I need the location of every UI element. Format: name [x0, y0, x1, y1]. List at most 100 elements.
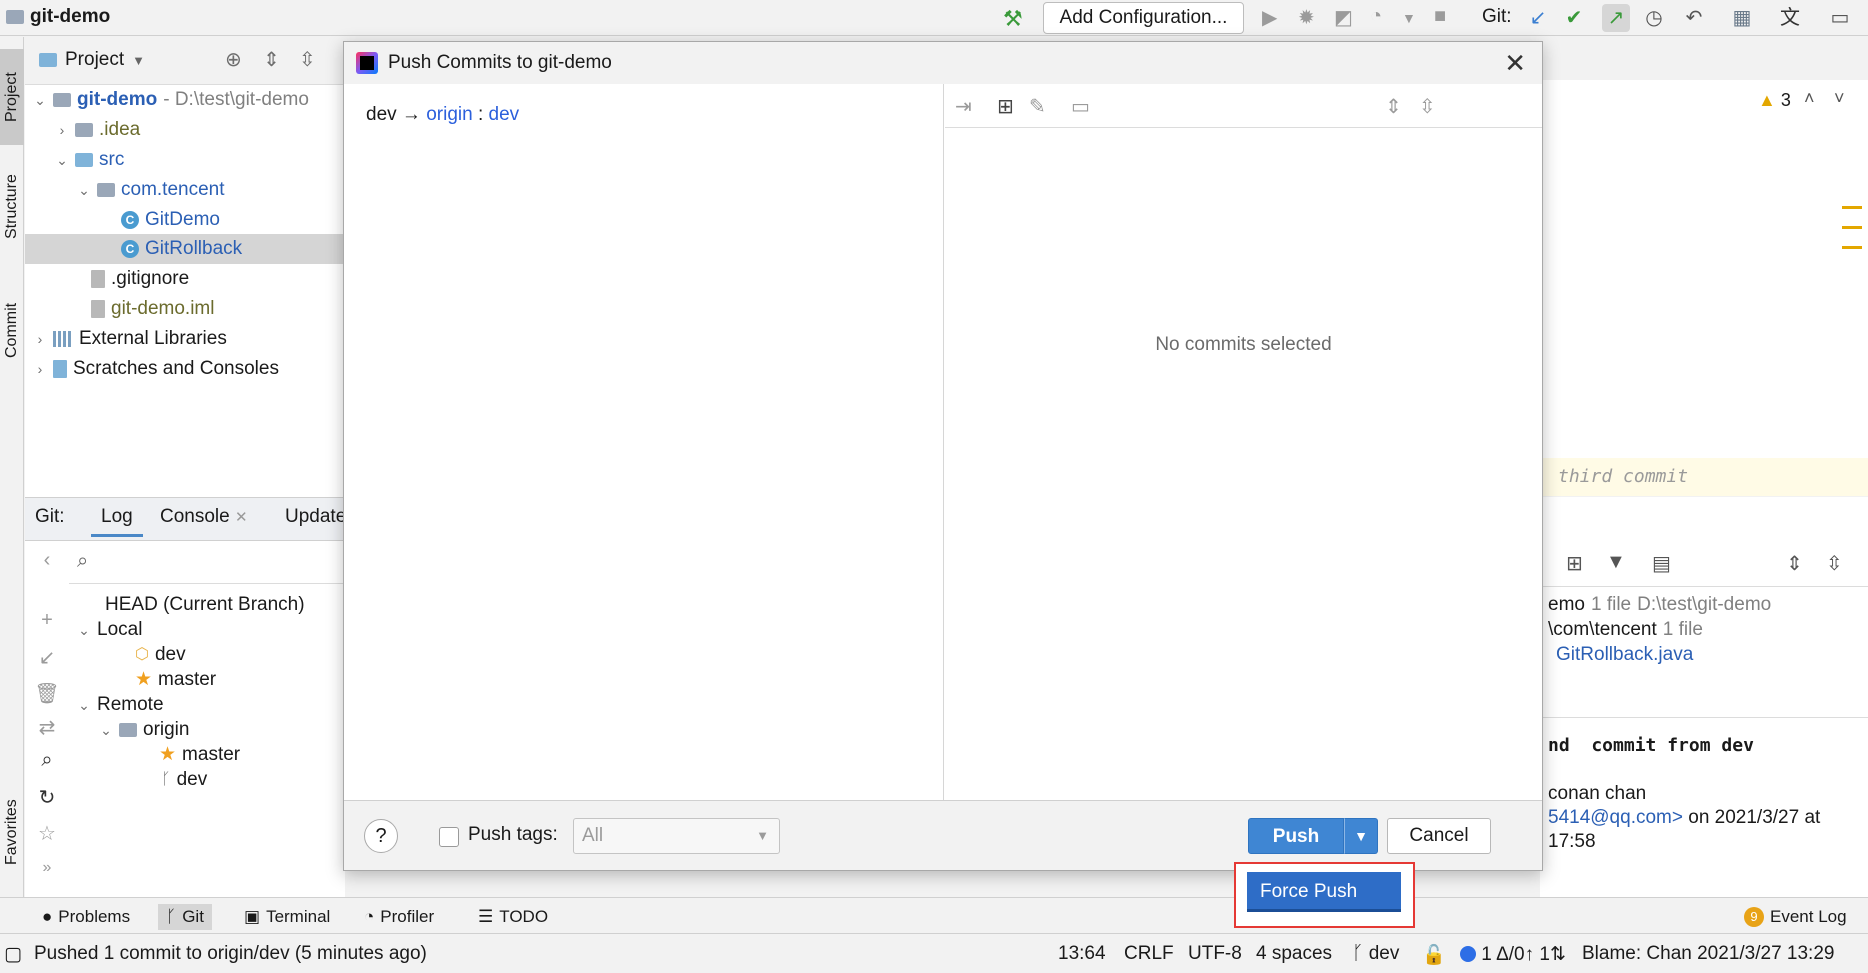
- tree-item-gitrollback[interactable]: C GitRollback: [25, 234, 345, 264]
- git-rollback-icon[interactable]: ↶: [1680, 4, 1708, 32]
- expand-all-icon[interactable]: ⇕: [1786, 551, 1803, 576]
- remote-link[interactable]: origin: [426, 104, 472, 125]
- project-view-selector[interactable]: Project ▼: [39, 49, 145, 71]
- profile-icon[interactable]: ◔: [1370, 5, 1382, 28]
- tree-item-iml[interactable]: git-demo.iml: [91, 294, 214, 324]
- expand-all-icon[interactable]: ⇕: [263, 47, 280, 72]
- collapse-all-icon[interactable]: ⇳: [299, 47, 316, 72]
- force-push-menu-item[interactable]: Force Push: [1247, 872, 1401, 912]
- tab-update[interactable]: Update: [285, 506, 346, 528]
- build-hammer-icon[interactable]: ⚒: [1003, 6, 1023, 32]
- warning-marker[interactable]: [1842, 206, 1862, 209]
- debug-icon[interactable]: ✹: [1298, 5, 1315, 30]
- more-icon[interactable]: »: [25, 859, 69, 877]
- remote-branch-link[interactable]: dev: [489, 104, 520, 125]
- tab-console[interactable]: Console ✕: [160, 506, 248, 528]
- chevron-right-icon[interactable]: ›: [33, 354, 47, 384]
- checkout-icon[interactable]: ↙: [25, 645, 69, 670]
- locate-icon[interactable]: ⊕: [225, 47, 242, 72]
- refresh-icon[interactable]: ↻: [25, 785, 69, 810]
- git-commit-icon[interactable]: ✔: [1560, 4, 1588, 32]
- push-options-dropdown[interactable]: ▼: [1344, 818, 1378, 854]
- run-icon[interactable]: ▶: [1262, 5, 1277, 30]
- presentation-icon[interactable]: ▭: [1826, 4, 1854, 32]
- terminal-tool-button[interactable]: ▣ Terminal: [236, 904, 338, 930]
- remote-branch-dev[interactable]: ᚴ dev: [161, 765, 207, 795]
- group-by-icon[interactable]: ⊞: [997, 94, 1014, 119]
- chevron-right-icon[interactable]: ›: [55, 115, 69, 145]
- local-branches-node[interactable]: ⌄ Local: [77, 615, 142, 645]
- problems-tool-button[interactable]: ● Problems: [34, 904, 138, 930]
- chevron-down-icon[interactable]: ⌄: [77, 175, 91, 205]
- chevron-down-icon[interactable]: ⌄: [55, 145, 69, 175]
- structure-tool-tab[interactable]: Structure: [0, 157, 24, 257]
- changes-widget[interactable]: 1 Δ/0↑ 1⇅: [1460, 943, 1566, 966]
- indent-setting[interactable]: 4 spaces: [1256, 943, 1332, 965]
- expand-all-icon[interactable]: ⇕: [1385, 94, 1402, 119]
- tree-item-gitdemo[interactable]: C GitDemo: [121, 205, 220, 235]
- add-configuration-button[interactable]: Add Configuration...: [1043, 2, 1244, 34]
- tree-item-scratches[interactable]: › Scratches and Consoles: [33, 354, 279, 384]
- chevron-down-icon[interactable]: ⌄: [33, 85, 47, 115]
- compare-icon[interactable]: ⇄: [25, 715, 69, 740]
- cancel-button[interactable]: Cancel: [1387, 818, 1491, 854]
- tags-select[interactable]: All ▼: [573, 818, 780, 854]
- git-tool-button[interactable]: ᚴ Git: [158, 904, 212, 930]
- chevron-down-icon[interactable]: ˅: [1834, 88, 1845, 109]
- translate-icon[interactable]: 文: [1776, 4, 1804, 32]
- chevron-down-icon[interactable]: ⌄: [77, 690, 91, 720]
- warnings-indicator[interactable]: ▲ 3: [1758, 90, 1791, 111]
- stop-icon[interactable]: ■: [1434, 5, 1446, 28]
- branch-search-input[interactable]: ⌕: [69, 542, 349, 584]
- tree-item-gitignore[interactable]: .gitignore: [91, 264, 189, 294]
- git-history-icon[interactable]: ◷: [1640, 4, 1668, 32]
- edit-icon[interactable]: ✎: [1029, 94, 1046, 119]
- tab-log[interactable]: Log: [91, 506, 143, 537]
- tree-item-git-demo[interactable]: ⌄ git-demo - D:\test\git-demo: [33, 85, 309, 115]
- profiler-tool-button[interactable]: ◔ Profiler: [356, 904, 442, 930]
- favorite-icon[interactable]: ☆: [25, 821, 69, 846]
- collapse-all-icon[interactable]: ⇳: [1419, 94, 1436, 119]
- delete-icon[interactable]: 🗑: [25, 681, 69, 706]
- chevron-down-icon[interactable]: ⌄: [99, 715, 113, 745]
- git-update-icon[interactable]: ↙: [1524, 4, 1552, 32]
- collapse-all-icon[interactable]: ⇳: [1826, 551, 1843, 576]
- line-separator[interactable]: CRLF: [1124, 943, 1174, 965]
- search-icon[interactable]: ⌕: [25, 749, 69, 772]
- chevron-down-icon[interactable]: ⌄: [77, 615, 91, 645]
- project-tool-tab[interactable]: Project: [0, 49, 24, 145]
- close-icon[interactable]: ✕: [235, 509, 248, 526]
- coverage-icon[interactable]: ◩: [1334, 5, 1353, 30]
- status-panel-icon[interactable]: ▢: [4, 943, 22, 966]
- push-tags-checkbox[interactable]: [439, 827, 459, 847]
- lock-icon[interactable]: 🔓: [1422, 943, 1446, 967]
- todo-tool-button[interactable]: ☰ TODO: [470, 904, 556, 930]
- tree-item-src[interactable]: ⌄ src: [55, 145, 124, 175]
- push-button[interactable]: Push: [1248, 818, 1344, 854]
- file-encoding[interactable]: UTF-8: [1188, 943, 1242, 965]
- caret-position[interactable]: 13:64: [1058, 943, 1106, 965]
- warning-marker[interactable]: [1842, 246, 1862, 249]
- favorites-tool-tab[interactable]: Favorites: [0, 779, 24, 885]
- back-icon[interactable]: ‹: [25, 549, 69, 572]
- group-by-icon[interactable]: ⊞: [1566, 551, 1583, 576]
- git-push-icon[interactable]: ↗: [1602, 4, 1630, 32]
- warning-marker[interactable]: [1842, 226, 1862, 229]
- tree-item-idea[interactable]: › .idea: [55, 115, 141, 145]
- blame-info[interactable]: Blame: Chan 2021/3/27 13:29: [1582, 943, 1834, 965]
- project-structure-icon[interactable]: ▦: [1728, 4, 1756, 32]
- add-icon[interactable]: +: [25, 609, 69, 632]
- preview-icon[interactable]: ▭: [1071, 94, 1090, 119]
- compare-icon[interactable]: ⇥: [955, 94, 972, 119]
- layout-icon[interactable]: ▤: [1652, 551, 1671, 576]
- commit-tool-tab[interactable]: Commit: [0, 285, 24, 375]
- chevron-right-icon[interactable]: ›: [33, 324, 47, 354]
- tree-item-external-libraries[interactable]: › External Libraries: [33, 324, 227, 354]
- git-branch-widget[interactable]: ᚴ dev: [1352, 943, 1399, 965]
- commit-email[interactable]: 5414@qq.com>: [1548, 807, 1683, 828]
- close-icon[interactable]: ✕: [1504, 48, 1526, 79]
- status-message[interactable]: Pushed 1 commit to origin/dev (5 minutes…: [34, 943, 427, 965]
- event-log-tool-button[interactable]: 9 Event Log: [1736, 904, 1855, 930]
- filter-icon[interactable]: ▼: [1606, 551, 1626, 574]
- project-name[interactable]: git-demo: [6, 6, 110, 28]
